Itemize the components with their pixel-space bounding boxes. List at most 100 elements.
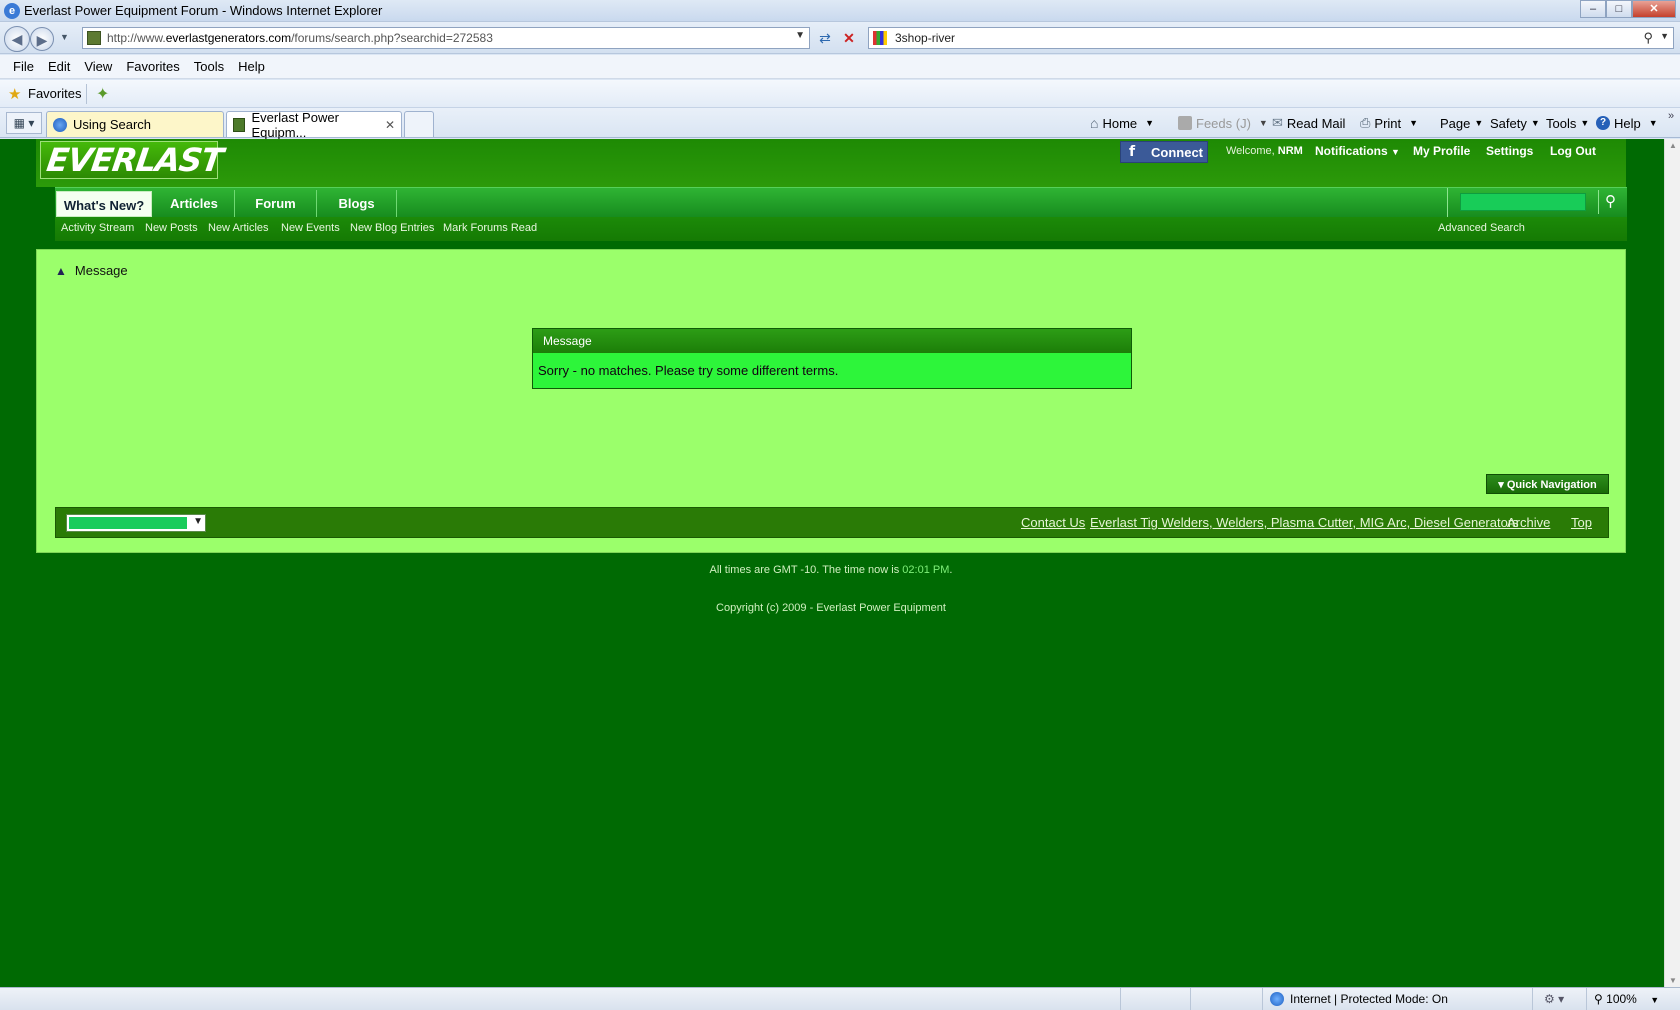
new-blog-entries-link[interactable]: New Blog Entries	[350, 222, 434, 234]
settings-link[interactable]: Settings	[1486, 144, 1533, 158]
feeds-button[interactable]: Feeds (J) ▼	[1178, 108, 1268, 138]
scroll-down-icon[interactable]: ▼	[1669, 976, 1677, 985]
forward-button[interactable]: ▶	[30, 27, 54, 51]
archive-link[interactable]: Archive	[1507, 515, 1550, 530]
time-notice: All times are GMT -10. The time now is 0…	[36, 564, 1626, 576]
feeds-label: Feeds (J)	[1196, 115, 1251, 131]
security-zone[interactable]: Internet | Protected Mode: On	[1270, 992, 1448, 1006]
site-favicon-icon	[87, 31, 101, 45]
page-menu[interactable]: Page ▼	[1440, 108, 1483, 138]
address-field[interactable]: http://www.everlastgenerators.com/forums…	[82, 27, 810, 49]
home-icon: ⌂	[1090, 115, 1099, 131]
site-favicon-icon	[233, 117, 246, 132]
new-articles-link[interactable]: New Articles	[208, 222, 269, 234]
chevron-down-icon[interactable]: ▼	[1145, 118, 1154, 128]
top-link[interactable]: Top	[1571, 515, 1592, 530]
tools-label: Tools	[1546, 115, 1577, 131]
close-button[interactable]: ✕	[1632, 0, 1676, 18]
protected-mode-icon[interactable]: ⚙ ▾	[1544, 992, 1564, 1006]
select-fill	[69, 517, 187, 529]
time-suffix: .	[949, 564, 953, 576]
status-divider	[1120, 988, 1121, 1010]
favorites-star-icon[interactable]: ★	[8, 85, 21, 103]
main-navbar: What's New? Articles Forum Blogs ⚲	[55, 187, 1627, 218]
more-commands-icon[interactable]: »	[1668, 110, 1674, 122]
search-icon[interactable]: ⚲	[1643, 30, 1653, 46]
favorites-button[interactable]: Favorites	[28, 86, 81, 101]
tab-label: Using Search	[73, 117, 152, 132]
activity-stream-link[interactable]: Activity Stream	[61, 222, 134, 234]
zoom-control[interactable]: ⚲ 100% ▼	[1594, 992, 1659, 1006]
search-box[interactable]: 3shop-river ⚲ ▼	[868, 27, 1674, 49]
tools-menu[interactable]: Tools ▼	[1546, 108, 1589, 138]
status-divider	[1586, 988, 1587, 1010]
vertical-scrollbar[interactable]: ▲ ▼	[1664, 139, 1680, 987]
my-profile-link[interactable]: My Profile	[1413, 144, 1470, 158]
read-mail-label: Read Mail	[1286, 115, 1346, 131]
current-time: 02:01 PM	[902, 564, 950, 576]
maximize-button[interactable]: □	[1606, 0, 1632, 18]
search-input[interactable]	[1460, 193, 1586, 211]
print-label: Print	[1374, 115, 1402, 131]
site-logo[interactable]: EVERLAST	[40, 141, 225, 179]
new-posts-link[interactable]: New Posts	[145, 222, 198, 234]
history-dropdown-icon[interactable]: ▼	[60, 32, 69, 42]
logout-link[interactable]: Log Out	[1550, 144, 1596, 158]
back-button[interactable]: ◀	[4, 26, 30, 52]
quick-tabs-button[interactable]: ▦ ▾	[6, 112, 42, 134]
safety-menu[interactable]: Safety ▼	[1490, 108, 1540, 138]
home-site-link[interactable]: Everlast Tig Welders, Welders, Plasma Cu…	[1090, 515, 1519, 530]
tab-forum[interactable]: Forum	[235, 190, 317, 217]
minimize-button[interactable]: –	[1580, 0, 1606, 18]
favorites-bar: ★ Favorites ✦	[0, 80, 1680, 108]
print-button[interactable]: ⎙ Print ▼	[1360, 108, 1418, 138]
connect-label: Connect	[1151, 144, 1203, 160]
menu-file[interactable]: File	[6, 59, 41, 74]
home-icon[interactable]: ▲	[55, 264, 67, 278]
tab-articles[interactable]: Articles	[154, 190, 235, 217]
facebook-icon: f	[1128, 144, 1136, 160]
chevron-down-icon[interactable]: ▼	[1409, 118, 1418, 128]
notifications-menu[interactable]: Notifications ▼	[1315, 144, 1400, 158]
refresh-icon[interactable]: ⇄	[814, 27, 836, 49]
tab-blogs[interactable]: Blogs	[317, 190, 397, 217]
new-tab-button[interactable]	[404, 111, 434, 137]
tab-row: ▦ ▾ Using Search Everlast Power Equipm..…	[0, 108, 1680, 140]
menu-help[interactable]: Help	[231, 59, 272, 74]
menu-tools[interactable]: Tools	[187, 59, 231, 74]
close-tab-icon[interactable]: ✕	[385, 118, 395, 132]
menu-edit[interactable]: Edit	[41, 59, 77, 74]
style-chooser-select[interactable]: ▼	[66, 514, 206, 532]
url-domain: everlastgenerators.com	[165, 31, 292, 45]
home-button[interactable]: ⌂ Home ▼	[1090, 108, 1154, 138]
read-mail-button[interactable]: ✉ Read Mail	[1272, 108, 1345, 138]
address-dropdown-icon[interactable]: ▼	[795, 30, 805, 41]
chevron-down-icon: ▼	[1650, 995, 1660, 1005]
url-text: http://www.everlastgenerators.com/forums…	[107, 31, 493, 45]
advanced-search-link[interactable]: Advanced Search	[1438, 222, 1525, 234]
safety-label: Safety	[1490, 115, 1527, 131]
menu-favorites[interactable]: Favorites	[119, 59, 186, 74]
search-options-icon[interactable]: ▼	[1660, 31, 1669, 41]
mark-forums-read-link[interactable]: Mark Forums Read	[443, 222, 537, 234]
scroll-up-icon[interactable]: ▲	[1669, 141, 1677, 150]
facebook-connect-button[interactable]: f Connect	[1120, 141, 1208, 163]
chevron-down-icon: ▼	[1648, 118, 1658, 128]
tab-whats-new[interactable]: What's New?	[56, 191, 152, 217]
help-icon: ?	[1596, 116, 1610, 130]
search-icon[interactable]: ⚲	[1598, 190, 1622, 214]
tab-using-search[interactable]: Using Search	[46, 111, 224, 137]
username-link[interactable]: NRM	[1278, 145, 1303, 157]
feed-icon	[1178, 116, 1192, 130]
logo-text: EVERLAST	[44, 141, 225, 179]
chevron-down-icon[interactable]: ▼	[1259, 118, 1268, 128]
new-events-link[interactable]: New Events	[281, 222, 340, 234]
add-favorite-icon[interactable]: ✦	[96, 84, 109, 104]
tab-everlast[interactable]: Everlast Power Equipm... ✕	[226, 110, 402, 140]
quick-navigation-button[interactable]: ▾ Quick Navigation	[1486, 474, 1609, 494]
help-menu[interactable]: ? Help ▼	[1596, 108, 1658, 138]
stop-icon[interactable]: ✕	[838, 27, 860, 49]
menu-view[interactable]: View	[77, 59, 119, 74]
status-bar: Internet | Protected Mode: On ⚙ ▾ ⚲ 100%…	[0, 987, 1680, 1010]
contact-us-link[interactable]: Contact Us	[1021, 515, 1085, 530]
